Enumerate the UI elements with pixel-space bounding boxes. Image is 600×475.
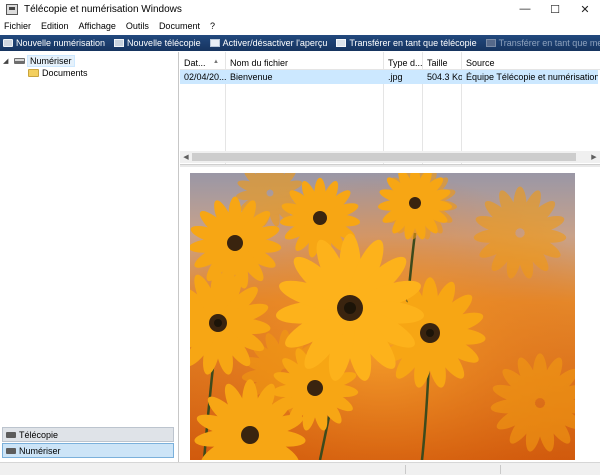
new-fax-label: Nouvelle télécopie [127, 38, 201, 48]
folder-pane: ◢ Numériser Documents Télécopie Numérise… [0, 52, 179, 462]
tree-item-label: Numériser [27, 55, 75, 67]
forward-fax-icon [336, 39, 347, 47]
window-title: Télécopie et numérisation Windows [24, 3, 182, 15]
fax-scan-app-icon [6, 3, 18, 15]
menu-edition[interactable]: Edition [41, 21, 69, 31]
column-header-type[interactable]: Type d... [384, 56, 423, 70]
forward-as-fax-label: Transférer en tant que télécopie [349, 38, 477, 48]
status-separator [405, 465, 406, 474]
nav-fax-label: Télécopie [19, 429, 59, 440]
preview-pane [180, 167, 600, 462]
fax-icon [114, 39, 125, 47]
nav-fax-button[interactable]: Télécopie [2, 427, 174, 442]
table-row[interactable]: 02/04/20... Bienvenue .jpg 504.3 Ko Équi… [180, 70, 598, 84]
cell-size: 504.3 Ko [427, 72, 462, 82]
close-button[interactable]: ✕ [570, 0, 600, 18]
cell-date: 02/04/20... [184, 72, 226, 82]
cell-source: Équipe Télécopie et numérisation Windows [466, 72, 598, 82]
folder-icon [28, 69, 39, 77]
menu-document[interactable]: Document [159, 21, 200, 31]
column-header-size[interactable]: Taille [423, 56, 462, 70]
maximize-button[interactable]: ☐ [540, 0, 570, 18]
window-controls: — ☐ ✕ [510, 0, 600, 18]
email-icon [485, 39, 496, 47]
nav-scan-button[interactable]: Numériser [2, 443, 174, 458]
title-bar: Télécopie et numérisation Windows — ☐ ✕ [0, 0, 600, 18]
column-header-source[interactable]: Source [462, 56, 600, 70]
forward-as-email-label: Transférer en tant que message électroni… [498, 38, 600, 48]
menu-affichage[interactable]: Affichage [79, 21, 116, 31]
scrollbar-thumb[interactable] [192, 153, 576, 161]
status-bar [0, 462, 600, 475]
tree-item-label: Documents [42, 68, 88, 78]
scanner-icon [3, 39, 13, 47]
cell-type: .jpg [388, 72, 403, 82]
tree-item-documents[interactable]: Documents [28, 68, 88, 78]
menu-outils[interactable]: Outils [126, 21, 149, 31]
tree-item-numeriser[interactable]: ◢ Numériser [3, 55, 75, 67]
minimize-button[interactable]: — [510, 0, 540, 18]
sort-ascending-icon: ▲ [213, 59, 219, 65]
status-separator [500, 465, 501, 474]
scroll-right-icon[interactable]: ▶ [588, 151, 600, 163]
horizontal-scrollbar[interactable]: ◀ ▶ [180, 151, 600, 163]
cell-filename: Bienvenue [230, 72, 273, 82]
column-header-date[interactable]: Dat... [180, 56, 226, 70]
file-list: Dat... ▲ Nom du fichier Type d... Taille… [180, 52, 600, 164]
scanner-icon [14, 58, 25, 64]
fax-icon [6, 431, 16, 438]
toolbar: Nouvelle numérisation Nouvelle télécopie… [0, 35, 600, 51]
new-scan-button[interactable]: Nouvelle numérisation [0, 35, 111, 51]
scanner-icon [6, 447, 16, 454]
menu-fichier[interactable]: Fichier [4, 21, 31, 31]
new-fax-button[interactable]: Nouvelle télécopie [111, 35, 207, 51]
menu-bar: Fichier Edition Affichage Outils Documen… [0, 19, 600, 33]
preview-image-flowers [190, 173, 575, 460]
toggle-preview-label: Activer/désactiver l'aperçu [222, 38, 328, 48]
column-header-filename[interactable]: Nom du fichier [226, 56, 384, 70]
preview-icon [209, 39, 220, 47]
menu-help[interactable]: ? [210, 21, 215, 31]
forward-as-fax-button[interactable]: Transférer en tant que télécopie [333, 35, 482, 51]
nav-scan-label: Numériser [19, 445, 61, 456]
new-scan-label: Nouvelle numérisation [16, 38, 106, 48]
forward-as-email-button[interactable]: Transférer en tant que message électroni… [483, 35, 600, 51]
scroll-left-icon[interactable]: ◀ [180, 151, 192, 163]
collapse-icon[interactable]: ◢ [3, 57, 11, 65]
toggle-preview-button[interactable]: Activer/désactiver l'aperçu [207, 35, 334, 51]
list-header: Dat... ▲ Nom du fichier Type d... Taille… [180, 56, 600, 70]
